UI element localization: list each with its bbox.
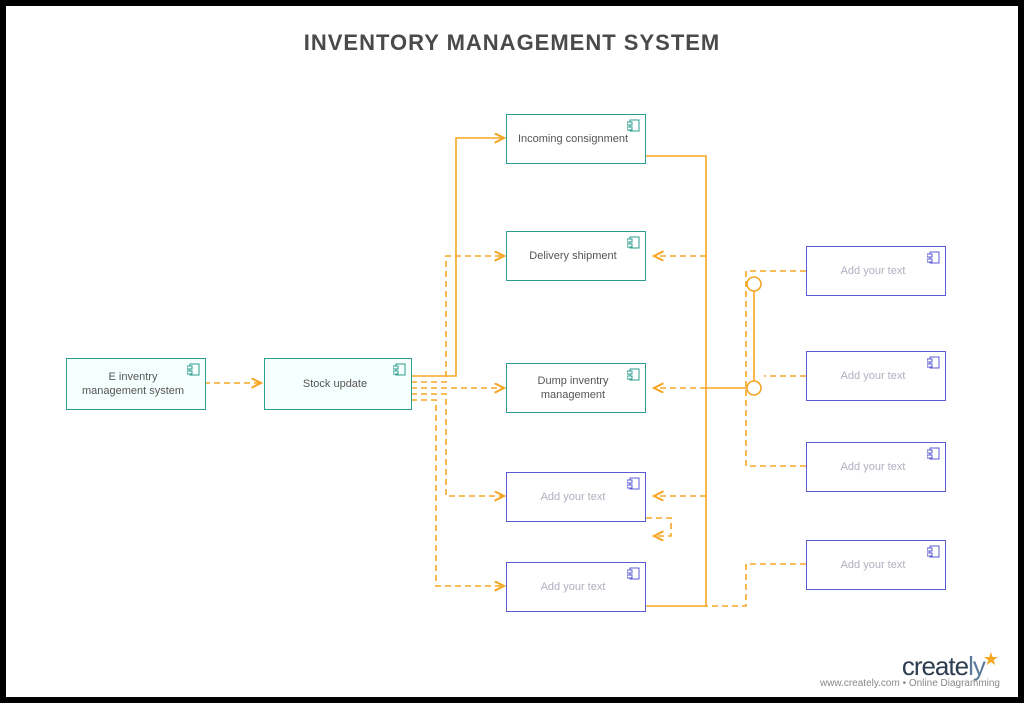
node-label: Add your text <box>541 580 606 594</box>
component-icon <box>927 356 941 370</box>
node-label: Add your text <box>841 264 906 278</box>
node-placeholder-f[interactable]: Add your text <box>806 540 946 590</box>
node-stock-update[interactable]: Stock update <box>264 358 412 410</box>
component-icon <box>627 477 641 491</box>
component-icon <box>627 236 641 250</box>
component-icon <box>927 447 941 461</box>
node-label: Stock update <box>303 377 367 391</box>
node-dump[interactable]: Dump inventry management <box>506 363 646 413</box>
node-delivery[interactable]: Delivery shipment <box>506 231 646 281</box>
node-label: E inventry management system <box>75 370 191 399</box>
lightbulb-icon: ★ <box>983 649 998 669</box>
component-icon <box>393 363 407 377</box>
component-icon <box>627 567 641 581</box>
node-incoming[interactable]: Incoming consignment <box>506 114 646 164</box>
component-icon <box>627 119 641 133</box>
node-label: Add your text <box>841 558 906 572</box>
node-placeholder-c[interactable]: Add your text <box>806 246 946 296</box>
node-placeholder-e[interactable]: Add your text <box>806 442 946 492</box>
node-label: Add your text <box>541 490 606 504</box>
footer-tagline: www.creately.com • Online Diagramming <box>820 678 1000 689</box>
diagram-title: INVENTORY MANAGEMENT SYSTEM <box>6 30 1018 56</box>
component-icon <box>627 368 641 382</box>
node-label: Add your text <box>841 460 906 474</box>
node-label: Dump inventry management <box>515 374 631 403</box>
node-label: Delivery shipment <box>529 249 616 263</box>
component-icon <box>927 545 941 559</box>
node-placeholder-d[interactable]: Add your text <box>806 351 946 401</box>
footer: creately★ www.creately.com • Online Diag… <box>820 651 1000 689</box>
node-e-inventory[interactable]: E inventry management system <box>66 358 206 410</box>
component-icon <box>927 251 941 265</box>
brand-text-a: create <box>902 651 968 681</box>
component-icon <box>187 363 201 377</box>
node-label: Incoming consignment <box>518 132 628 146</box>
node-placeholder-a[interactable]: Add your text <box>506 472 646 522</box>
diagram-canvas: { "title": "INVENTORY MANAGEMENT SYSTEM"… <box>0 0 1024 703</box>
node-placeholder-b[interactable]: Add your text <box>506 562 646 612</box>
node-label: Add your text <box>841 369 906 383</box>
